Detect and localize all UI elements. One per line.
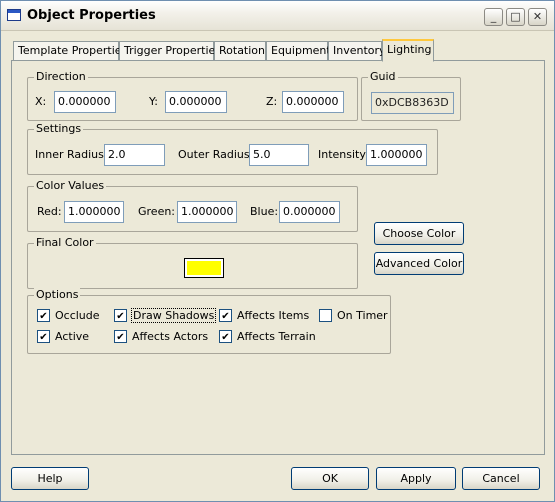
inner-radius-input[interactable]: 2.0 [104, 144, 165, 166]
guid-legend: Guid [368, 70, 398, 83]
color-values-group: Color Values Red: 1.000000 Green: 1.0000… [27, 179, 358, 232]
intensity-label: Intensity: [318, 148, 369, 161]
affects-terrain-check-box[interactable] [219, 330, 232, 343]
window-title: Object Properties [27, 8, 156, 23]
final-color-legend: Final Color [34, 236, 96, 249]
settings-legend: Settings [34, 122, 84, 135]
intensity-input[interactable]: 1.000000 [366, 144, 427, 166]
close-button[interactable]: ✕ [528, 8, 547, 26]
draw-shadows-label: Draw Shadows [130, 308, 217, 323]
x-label: X: [35, 95, 47, 108]
red-label: Red: [37, 205, 62, 218]
tab-template-properties[interactable]: Template Properties [13, 41, 127, 61]
final-color-swatch [184, 258, 224, 278]
active-label: Active [55, 330, 90, 343]
tab-trigger-properties[interactable]: Trigger Properties [119, 41, 221, 61]
apply-button[interactable]: Apply [376, 467, 456, 490]
affects-actors-check-box[interactable] [114, 330, 127, 343]
on-timer-label: On Timer [337, 309, 388, 322]
guid-group: Guid 0xDCB8363D [361, 70, 461, 121]
cancel-button[interactable]: Cancel [462, 467, 540, 490]
occlude-check-box[interactable] [37, 309, 50, 322]
blue-input[interactable]: 0.000000 [279, 201, 340, 223]
on-timer-check-box[interactable] [319, 309, 332, 322]
red-input[interactable]: 1.000000 [64, 201, 124, 223]
affects-terrain-label: Affects Terrain [237, 330, 316, 343]
draw-shadows-check-box[interactable] [114, 309, 127, 322]
window-icon [7, 9, 21, 21]
tab-lighting[interactable]: Lighting [382, 39, 434, 62]
final-color-group: Final Color [27, 236, 358, 289]
affects-items-label: Affects Items [237, 309, 310, 322]
active-check-box[interactable] [37, 330, 50, 343]
options-group: Options Occlude Draw Shadows Affects Ite… [27, 288, 391, 354]
occlude-label: Occlude [55, 309, 100, 322]
green-label: Green: [138, 205, 176, 218]
settings-group: Settings Inner Radius: 2.0 Outer Radius:… [27, 122, 438, 175]
inner-radius-label: Inner Radius: [35, 148, 108, 161]
ok-button[interactable]: OK [291, 467, 369, 490]
tab-equipment[interactable]: Equipment [266, 41, 331, 61]
minimize-button[interactable]: _ [484, 8, 503, 26]
object-properties-window: Object Properties _ □ ✕ Template Propert… [0, 0, 555, 502]
advanced-color-button[interactable]: Advanced Color [374, 252, 464, 275]
affects-items-check-box[interactable] [219, 309, 232, 322]
tab-inventory[interactable]: Inventory [328, 41, 386, 61]
direction-legend: Direction [34, 70, 88, 83]
direction-y-input[interactable]: 0.000000 [165, 91, 227, 113]
lighting-panel: Direction X: 0.000000 Y: 0.000000 Z: 0.0… [11, 60, 545, 455]
tab-rotation[interactable]: Rotation [214, 41, 266, 61]
outer-radius-label: Outer Radius: [178, 148, 254, 161]
y-label: Y: [149, 95, 158, 108]
green-input[interactable]: 1.000000 [177, 201, 237, 223]
outer-radius-input[interactable]: 5.0 [249, 144, 309, 166]
blue-label: Blue: [250, 205, 279, 218]
direction-group: Direction X: 0.000000 Y: 0.000000 Z: 0.0… [27, 70, 358, 121]
help-button[interactable]: Help [11, 467, 89, 490]
choose-color-button[interactable]: Choose Color [374, 222, 464, 245]
options-legend: Options [34, 288, 81, 301]
maximize-button[interactable]: □ [506, 8, 525, 26]
affects-actors-label: Affects Actors [132, 330, 209, 343]
direction-z-input[interactable]: 0.000000 [282, 91, 344, 113]
color-values-legend: Color Values [34, 179, 107, 192]
title-bar[interactable]: Object Properties _ □ ✕ [1, 1, 554, 31]
guid-value: 0xDCB8363D [371, 92, 454, 114]
z-label: Z: [266, 95, 278, 108]
direction-x-input[interactable]: 0.000000 [54, 91, 116, 113]
